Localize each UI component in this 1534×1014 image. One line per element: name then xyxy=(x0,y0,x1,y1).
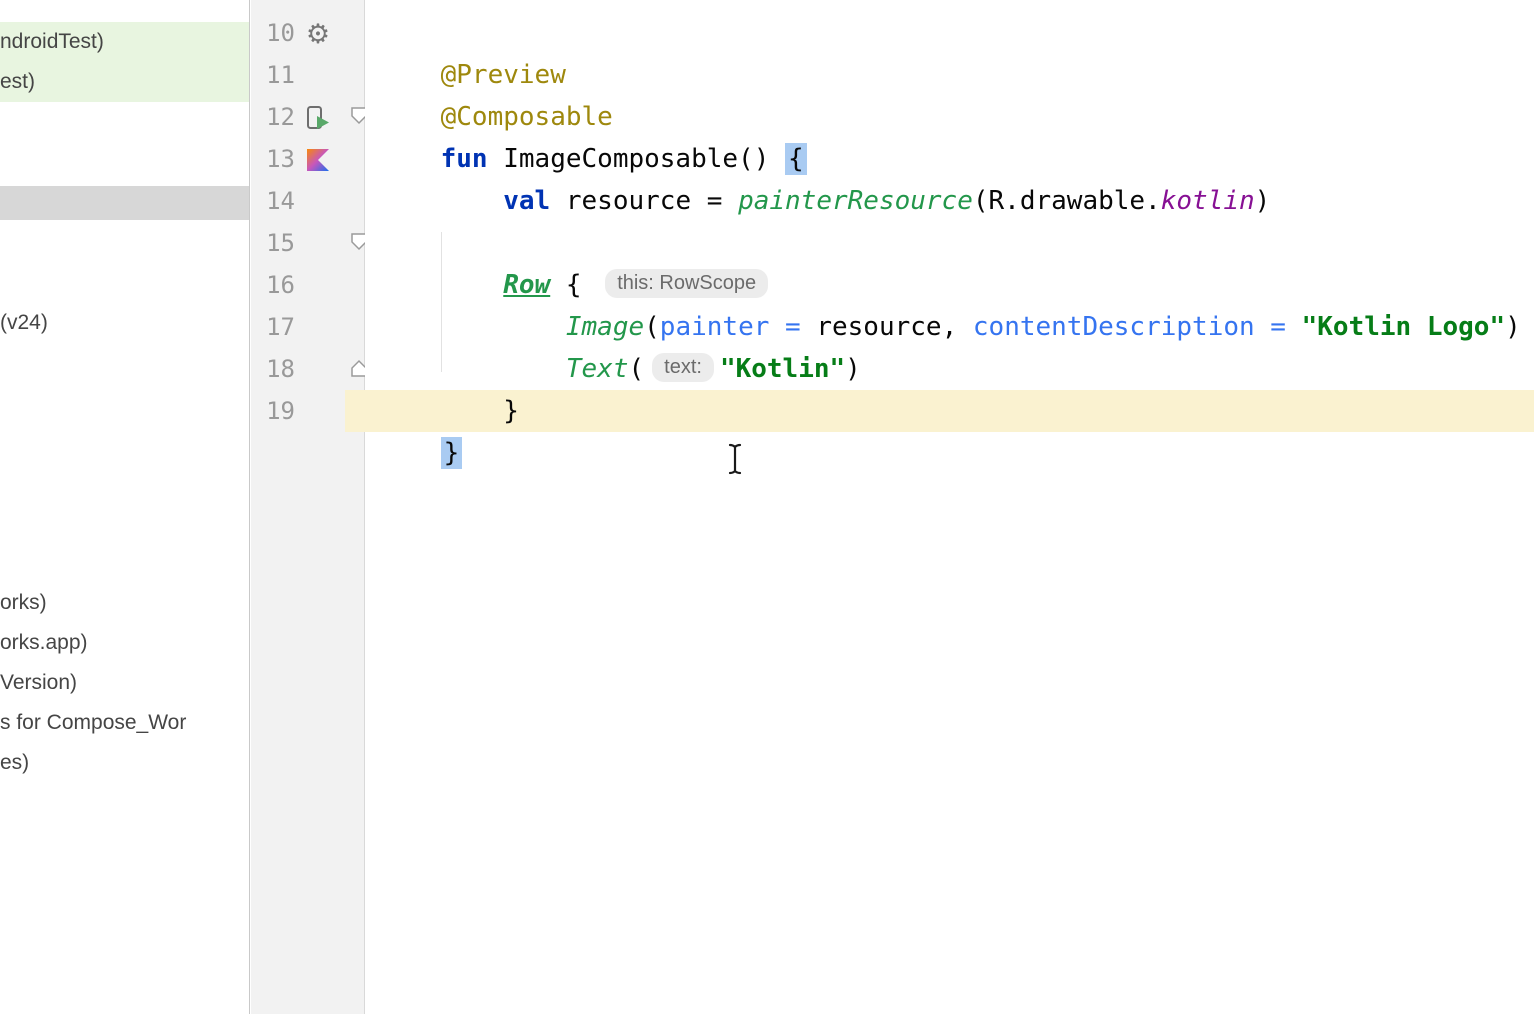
inlay-hint-text-param: text: xyxy=(652,353,714,382)
code-line[interactable]: } xyxy=(378,348,519,390)
gutter-row: 14 xyxy=(251,180,365,222)
code-line[interactable]: Image(painter = resource, contentDescrip… xyxy=(378,264,1521,306)
function-call-token: painterResource xyxy=(738,186,973,216)
code-line[interactable]: Row { this: RowScope xyxy=(378,222,774,264)
tree-item[interactable]: s for Compose_Wor xyxy=(0,703,250,743)
tree-item[interactable]: Version) xyxy=(0,663,250,703)
tree-item-label: orks.app) xyxy=(0,631,88,655)
code-line[interactable]: } xyxy=(378,390,462,432)
tree-item[interactable]: orks.app) xyxy=(0,623,250,663)
tree-item-label: s for Compose_Wor xyxy=(0,711,186,735)
gutter-row: 12 xyxy=(251,96,365,138)
line-number[interactable]: 10 xyxy=(259,12,295,54)
code-token: resource = xyxy=(550,186,738,216)
tree-item-label: (v24) xyxy=(0,311,48,335)
tree-item[interactable]: (v24) xyxy=(0,303,250,343)
code-token: ) xyxy=(845,354,861,384)
code-line[interactable]: val resource = painterResource(R.drawabl… xyxy=(378,138,1270,180)
tree-item-label: orks) xyxy=(0,591,47,615)
string-token: "Kotlin" xyxy=(720,354,845,384)
tree-item-selected[interactable] xyxy=(0,186,250,220)
tree-item[interactable]: ndroidTest) xyxy=(0,22,250,62)
gutter-row: 16 xyxy=(251,264,365,306)
function-call-token: Text xyxy=(566,354,629,384)
keyword-token: val xyxy=(503,186,550,216)
line-number[interactable]: 19 xyxy=(259,390,295,432)
named-argument-token: contentDescription = xyxy=(973,312,1302,342)
matched-brace: } xyxy=(441,437,463,469)
line-number[interactable]: 11 xyxy=(259,54,295,96)
tree-item-label: est) xyxy=(0,70,35,94)
line-number[interactable]: 14 xyxy=(259,180,295,222)
current-line-highlight xyxy=(345,390,1534,432)
tree-item[interactable]: orks) xyxy=(0,583,250,623)
gutter-row: 13 xyxy=(251,138,365,180)
line-number[interactable]: 12 xyxy=(259,96,295,138)
project-tree-panel[interactable]: ndroidTest) est) (v24) orks) orks.app) V… xyxy=(0,0,250,1014)
tree-item[interactable]: es) xyxy=(0,743,250,783)
string-token: "Kotlin Logo" xyxy=(1302,312,1506,342)
line-number[interactable]: 16 xyxy=(259,264,295,306)
tree-item[interactable]: est) xyxy=(0,62,250,102)
editor-gutter[interactable]: 10 ⚙ 11 12 13 xyxy=(251,0,365,1014)
gear-icon[interactable]: ⚙ xyxy=(303,19,333,49)
ibeam-cursor xyxy=(726,443,744,480)
code-token: (R.drawable. xyxy=(973,186,1161,216)
line-number[interactable]: 13 xyxy=(259,138,295,180)
gutter-row: 17 xyxy=(251,306,365,348)
ide-window: ndroidTest) est) (v24) orks) orks.app) V… xyxy=(0,0,1534,1014)
gutter-row: 15 xyxy=(251,222,365,264)
tree-item-label: es) xyxy=(0,751,29,775)
code-token: ( xyxy=(628,354,644,384)
gutter-row: 11 xyxy=(251,54,365,96)
tree-item-label: Version) xyxy=(0,671,77,695)
resource-token: kotlin xyxy=(1161,186,1255,216)
line-number[interactable]: 15 xyxy=(259,222,295,264)
tree-item-label: ndroidTest) xyxy=(0,30,104,54)
gutter-row: 18 xyxy=(251,348,365,390)
kotlin-logo-icon[interactable] xyxy=(303,145,333,175)
code-line[interactable]: @Preview xyxy=(378,12,566,54)
line-number[interactable]: 17 xyxy=(259,306,295,348)
run-preview-icon[interactable] xyxy=(303,103,333,133)
code-token: ) xyxy=(1255,186,1271,216)
line-number[interactable]: 18 xyxy=(259,348,295,390)
code-token xyxy=(441,186,504,216)
code-line[interactable]: fun ImageComposable() { xyxy=(378,96,807,138)
code-token: ) xyxy=(1505,312,1521,342)
code-line[interactable]: Text(text:"Kotlin") xyxy=(378,306,861,348)
code-line[interactable]: @Composable xyxy=(378,54,613,96)
gutter-row: 10 ⚙ xyxy=(251,12,365,54)
